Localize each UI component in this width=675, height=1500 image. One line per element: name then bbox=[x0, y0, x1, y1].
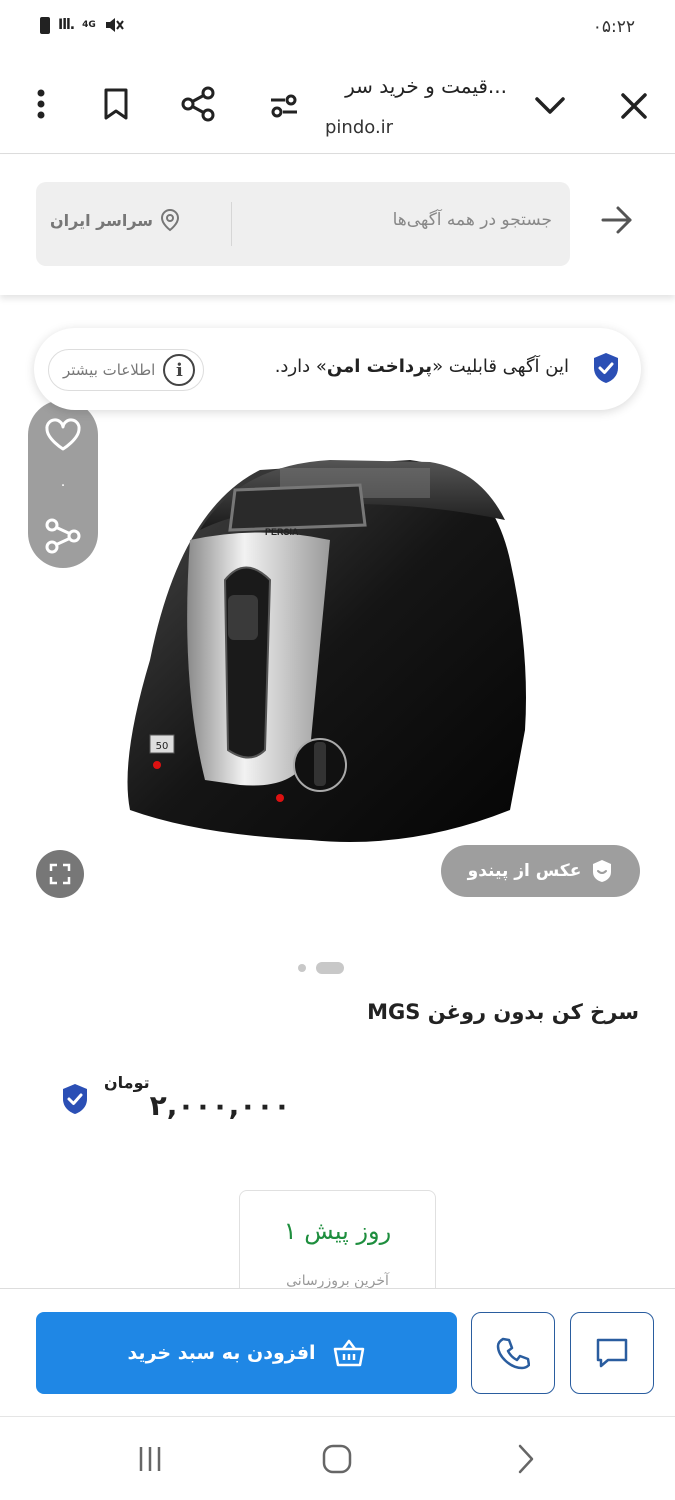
verified-shield-icon bbox=[63, 1083, 87, 1114]
chat-button[interactable] bbox=[570, 1312, 654, 1394]
timer-display: 50 bbox=[156, 741, 169, 752]
search-placeholder: جستجو در همه آگهی‌ها bbox=[392, 210, 552, 230]
status-icons: Ill. 4G bbox=[40, 16, 124, 34]
price-row: تومان ۲,۰۰۰,۰۰۰ bbox=[60, 1073, 291, 1122]
currency: تومان bbox=[104, 1073, 150, 1092]
mute-icon bbox=[105, 18, 124, 32]
location-selector[interactable]: سراسر ایران bbox=[50, 208, 181, 232]
secure-payment-banner: این آگهی قابلیت «پرداخت امن» دارد. اطلاع… bbox=[34, 328, 641, 410]
bookmark-icon[interactable] bbox=[96, 82, 136, 126]
fullscreen-button[interactable] bbox=[36, 850, 84, 898]
secure-payment-text: این آگهی قابلیت «پرداخت امن» دارد. bbox=[274, 356, 569, 377]
update-date-label: آخرین بروزرسانی bbox=[286, 1273, 389, 1289]
system-navigation-bar bbox=[0, 1416, 675, 1500]
close-icon[interactable] bbox=[612, 84, 656, 128]
search-header: جستجو در همه آگهی‌ها سراسر ایران bbox=[0, 155, 675, 295]
share-icon[interactable] bbox=[45, 518, 81, 554]
heart-icon[interactable] bbox=[44, 418, 82, 452]
pindo-logo-icon bbox=[593, 860, 612, 882]
price-value: ۲,۰۰۰,۰۰۰ bbox=[149, 1089, 291, 1122]
side-actions: ۰ bbox=[28, 400, 98, 568]
expand-icon bbox=[49, 863, 71, 885]
search-divider bbox=[231, 202, 232, 246]
product-title: سرخ کن بدون روغن MGS bbox=[367, 1000, 639, 1024]
shield-check-icon bbox=[591, 351, 621, 389]
photo-badge-label: عکس از پیندو bbox=[467, 861, 582, 881]
more-info-button[interactable]: اطلاعات بیشتر i bbox=[48, 349, 205, 391]
location-pin-icon bbox=[161, 208, 180, 232]
back-icon[interactable] bbox=[506, 1439, 546, 1479]
info-icon: i bbox=[163, 354, 196, 386]
phone-icon bbox=[496, 1337, 530, 1370]
call-button[interactable] bbox=[471, 1312, 555, 1394]
browser-toolbar: قیمت و خرید سر... pindo.ir bbox=[0, 62, 675, 154]
bottom-action-bar: افزودن به سبد خرید bbox=[0, 1288, 675, 1416]
add-to-cart-button[interactable]: افزودن به سبد خرید bbox=[36, 1312, 457, 1394]
update-date-value: ۱ روز پیش bbox=[283, 1217, 392, 1245]
product-image[interactable]: 50 PERSIA bbox=[110, 430, 550, 870]
chevron-down-icon[interactable] bbox=[528, 84, 572, 128]
home-icon[interactable] bbox=[317, 1439, 357, 1479]
signal-icon: Ill. bbox=[58, 17, 75, 33]
chat-icon bbox=[596, 1338, 628, 1368]
like-count: ۰ bbox=[59, 477, 67, 493]
arrow-forward-icon[interactable] bbox=[600, 205, 634, 239]
location-label: سراسر ایران bbox=[50, 210, 154, 230]
brand-logo: PERSIA bbox=[265, 527, 299, 537]
pagination-dot-active[interactable] bbox=[316, 962, 344, 974]
photo-source-badge: عکس از پیندو bbox=[441, 845, 640, 897]
more-menu-icon[interactable] bbox=[26, 82, 56, 126]
site-settings-icon[interactable] bbox=[262, 86, 306, 126]
page-title: قیمت و خرید سر... bbox=[345, 74, 507, 98]
share-icon[interactable] bbox=[176, 82, 220, 126]
pagination-dot[interactable] bbox=[298, 964, 306, 972]
status-bar: Ill. 4G ۰۵:۲۲ bbox=[0, 0, 675, 60]
battery-icon bbox=[40, 16, 50, 34]
network-type: 4G bbox=[82, 19, 96, 30]
status-time: ۰۵:۲۲ bbox=[592, 17, 635, 37]
search-input[interactable]: جستجو در همه آگهی‌ها سراسر ایران bbox=[36, 182, 570, 266]
price: تومان ۲,۰۰۰,۰۰۰ bbox=[104, 1073, 291, 1122]
add-to-cart-label: افزودن به سبد خرید bbox=[127, 1342, 316, 1364]
recent-apps-icon[interactable] bbox=[130, 1439, 170, 1479]
basket-icon bbox=[333, 1339, 364, 1367]
more-info-label: اطلاعات بیشتر bbox=[63, 361, 156, 379]
gallery-pagination bbox=[298, 962, 344, 974]
page-url: pindo.ir bbox=[325, 117, 394, 138]
